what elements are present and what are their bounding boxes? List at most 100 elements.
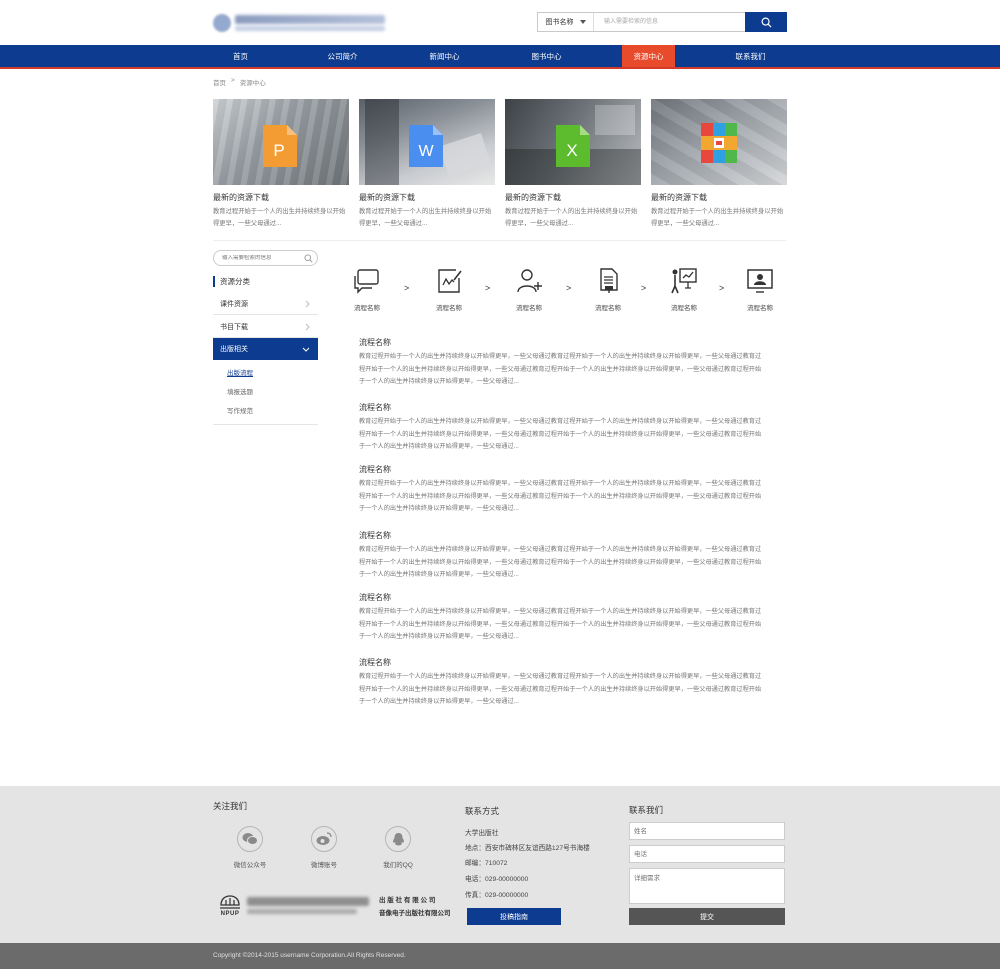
nav-item-about[interactable]: 公司简介 (316, 45, 369, 67)
article-item[interactable]: 流程名称 教育过程开始于一个人的出生并持续终身以开始得更早，一些父母通过教育过程… (359, 592, 765, 644)
card-desc: 教育过程开始于一个人的出生并持续终身以开始得更早，一些父母通过... (213, 208, 346, 227)
nav-item-books[interactable]: 图书中心 (520, 45, 573, 67)
card-title: 最新的资源下载 (359, 193, 415, 202)
copyright-text: Copyright ©2014-2015 username Corporatio… (213, 952, 406, 959)
article-body: 教育过程开始于一个人的出生并持续终身以开始得更早，一些父母通过教育过程开始于一个… (359, 673, 762, 705)
copyright-bar: Copyright ©2014-2015 username Corporatio… (0, 943, 1000, 969)
card-title: 最新的资源下载 (505, 193, 561, 202)
breadcrumb-home[interactable]: 首页 (213, 77, 226, 87)
article-item[interactable]: 流程名称 教育过程开始于一个人的出生并持续终身以开始得更早，一些父母通过教育过程… (359, 337, 765, 389)
sign-document-icon (438, 269, 462, 293)
site-logo[interactable] (213, 10, 389, 36)
detail-field[interactable] (629, 868, 785, 904)
sidebar-item-label: 出版相关 (220, 346, 248, 353)
process-step: 流程名称 (347, 266, 387, 312)
sidebar-item-label: 书目下载 (220, 323, 248, 331)
ppt-file-icon: P (263, 125, 297, 167)
search-input[interactable] (594, 13, 745, 31)
article-item[interactable]: 流程名称 教育过程开始于一个人的出生并持续终身以开始得更早，一些父母通过教育过程… (359, 530, 765, 582)
nav-item-news[interactable]: 新闻中心 (418, 45, 471, 67)
resource-card[interactable]: 最新的资源下载 教育过程开始于一个人的出生并持续终身以开始得更早，一些父母通过.… (651, 99, 787, 230)
step-arrow-icon: > (719, 283, 725, 293)
resource-card[interactable]: X 最新的资源下载 教育过程开始于一个人的出生并持续终身以开始得更早，一些父母通… (505, 99, 641, 230)
article-body: 教育过程开始于一个人的出生并持续终身以开始得更早，一些父母通过教育过程开始于一个… (359, 480, 762, 512)
follow-us-title: 关注我们 (213, 801, 248, 811)
sidebar-subitem-writing[interactable]: 写作规范 (227, 405, 253, 415)
resource-card[interactable]: P 最新的资源下载 教育过程开始于一个人的出生并持续终身以开始得更早，一些父母通… (213, 99, 349, 230)
npup-emblem-icon (220, 894, 240, 909)
chevron-right-icon (305, 300, 310, 307)
breadcrumb-current: 资源中心 (239, 80, 266, 87)
search-scope-select[interactable]: 图书名称 (538, 13, 594, 31)
sidebar-item-publishing[interactable]: 出版相关 (213, 338, 318, 360)
process-step: 流程名称 (664, 266, 704, 312)
svg-text:P: P (273, 141, 284, 160)
search-button[interactable] (745, 12, 787, 32)
chevron-down-icon (579, 20, 586, 24)
article-item[interactable]: 流程名称 教育过程开始于一个人的出生并持续终身以开始得更早，一些父母通过教育过程… (359, 402, 765, 454)
process-step: 流程名称 (588, 266, 628, 312)
sidebar-heading: 资源分类 (213, 276, 250, 287)
article-body: 教育过程开始于一个人的出生并持续终身以开始得更早，一些父母通过教育过程开始于一个… (359, 546, 762, 578)
npup-label: NPUP (220, 910, 240, 917)
step-arrow-icon: > (566, 283, 572, 293)
card-desc: 教育过程开始于一个人的出生并持续终身以开始得更早，一些父母通过... (651, 208, 784, 227)
document-stamp-icon (600, 268, 618, 293)
process-step: 流程名称 (509, 266, 549, 312)
card-image (651, 99, 787, 185)
search-icon (761, 17, 772, 28)
sidebar-item-courseware[interactable]: 课件资源 (213, 293, 318, 315)
archive-file-icon (701, 123, 737, 163)
social-weibo[interactable]: 微博账号 (294, 826, 354, 869)
contact-line: 电话：029-00000000 (465, 876, 529, 883)
article-item[interactable]: 流程名称 教育过程开始于一个人的出生并持续终身以开始得更早，一些父母通过教育过程… (359, 657, 765, 709)
sidebar-subitem-process[interactable]: 出版流程 (227, 367, 253, 377)
social-wechat[interactable]: 微信公众号 (220, 826, 280, 869)
card-desc: 教育过程开始于一个人的出生并持续终身以开始得更早，一些父母通过... (505, 208, 638, 227)
sidebar-subitem-topic[interactable]: 填报选题 (227, 386, 253, 396)
card-title: 最新的资源下载 (651, 193, 707, 202)
presentation-icon (671, 268, 697, 294)
article-item[interactable]: 流程名称 教育过程开始于一个人的出生并持续终身以开始得更早，一些父母通过教育过程… (359, 464, 765, 516)
search-icon[interactable] (304, 253, 313, 263)
chat-bubbles-icon (354, 269, 379, 294)
article-title: 流程名称 (359, 531, 391, 540)
article-title: 流程名称 (359, 658, 391, 667)
publisher-logo: NPUP 出 版 社 有 限 公 司 音像电子出版社有限公司 (219, 894, 451, 917)
excel-file-icon: X (556, 125, 590, 167)
main-nav: 首页 公司简介 新闻中心 图书中心 资源中心 联系我们 (0, 45, 1000, 69)
nav-item-resources[interactable]: 资源中心 (622, 45, 675, 67)
article-title: 流程名称 (359, 593, 391, 602)
step-arrow-icon: > (404, 283, 410, 293)
step-arrow-icon: > (641, 283, 647, 293)
sidebar-item-catalog[interactable]: 书目下载 (213, 316, 318, 338)
contact-line: 传真：029-00000000 (465, 892, 529, 899)
process-step: 流程名称 (429, 266, 469, 312)
site-header: 图书名称 (0, 0, 1000, 45)
chevron-down-icon (302, 347, 310, 352)
sidebar-search-input[interactable] (222, 255, 304, 261)
submission-guide-button[interactable]: 投稿指南 (467, 908, 561, 925)
university-emblem-icon (213, 14, 231, 32)
contact-line: 大学出版社 (465, 830, 499, 837)
card-image: X (505, 99, 641, 185)
name-field[interactable] (629, 822, 785, 840)
wechat-icon (242, 833, 258, 845)
card-title: 最新的资源下载 (213, 193, 269, 202)
step-arrow-icon: > (485, 283, 491, 293)
section-divider (213, 240, 786, 241)
social-qq[interactable]: 我们的QQ (368, 826, 428, 869)
phone-field[interactable] (629, 845, 785, 863)
nav-item-contact[interactable]: 联系我们 (724, 45, 777, 67)
resource-card[interactable]: W 最新的资源下载 教育过程开始于一个人的出生并持续终身以开始得更早，一些父母通… (359, 99, 495, 230)
process-step: 流程名称 (740, 266, 780, 312)
monitor-user-icon (747, 269, 773, 293)
qq-icon (392, 832, 404, 845)
nav-item-home[interactable]: 首页 (214, 45, 267, 67)
submit-button[interactable]: 提交 (629, 908, 785, 925)
header-search: 图书名称 (537, 12, 787, 32)
word-file-icon: W (409, 125, 443, 167)
contact-info-title: 联系方式 (465, 806, 500, 816)
article-title: 流程名称 (359, 403, 391, 412)
contact-form-title: 联系我们 (629, 805, 664, 815)
